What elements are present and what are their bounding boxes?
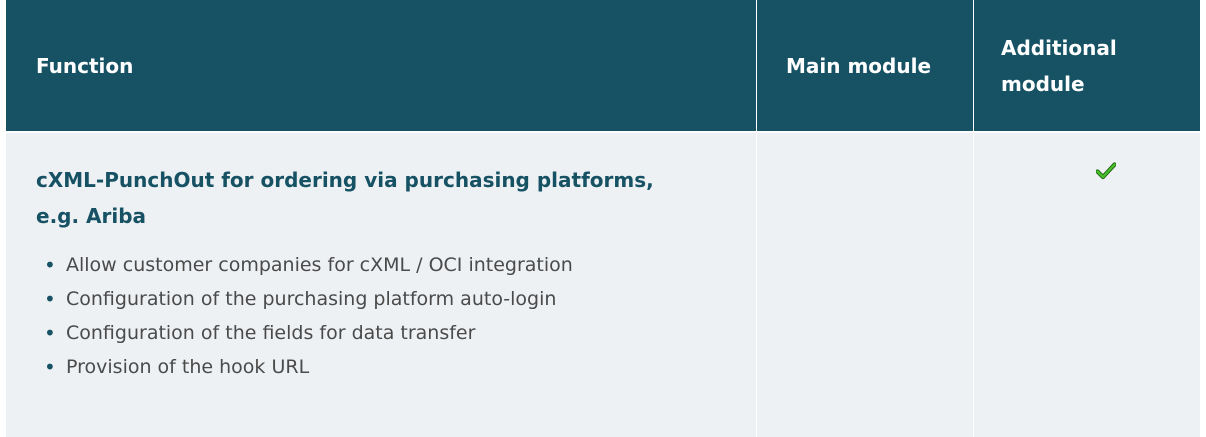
table-row: cXML-PunchOut for ordering via purchasin… <box>6 133 1200 437</box>
list-item: • Configuration of the fields for data t… <box>36 316 756 350</box>
function-cell: cXML-PunchOut for ordering via purchasin… <box>6 133 756 437</box>
list-item: • Configuration of the purchasing platfo… <box>36 282 756 316</box>
table-header: Function Main module Additional module <box>6 0 1200 131</box>
feature-table: Function Main module Additional module c… <box>6 0 1200 437</box>
list-item-text: Configuration of the purchasing platform… <box>66 288 557 310</box>
list-item-text: Configuration of the fields for data tra… <box>66 322 476 344</box>
header-function-label: Function <box>36 53 134 78</box>
main-module-cell <box>756 133 973 437</box>
feature-title: cXML-PunchOut for ordering via purchasin… <box>36 162 736 234</box>
list-item-text: Provision of the hook URL <box>66 356 310 378</box>
header-additional-line2: module <box>1001 71 1085 96</box>
header-function: Function <box>6 0 756 131</box>
feature-list: • Allow customer companies for cXML / OC… <box>36 248 756 384</box>
list-item: • Allow customer companies for cXML / OC… <box>36 248 756 282</box>
header-additional-module-label: Additional module <box>1001 30 1117 102</box>
header-main-module-label: Main module <box>786 53 932 78</box>
list-item-text: Allow customer companies for cXML / OCI … <box>66 254 573 276</box>
header-additional-line1: Additional <box>1001 35 1117 60</box>
header-additional-module: Additional module <box>973 0 1200 131</box>
bullet: • <box>44 321 56 345</box>
list-item: • Provision of the hook URL <box>36 350 756 384</box>
header-main-module: Main module <box>756 0 973 131</box>
bullet: • <box>44 355 56 379</box>
bullet: • <box>44 287 56 311</box>
feature-title-line1: cXML-PunchOut for ordering via purchasin… <box>36 168 654 192</box>
feature-title-line2: e.g. Ariba <box>36 204 147 228</box>
bullet: • <box>44 253 56 277</box>
additional-module-cell <box>973 133 1200 437</box>
check-icon <box>1096 162 1116 180</box>
